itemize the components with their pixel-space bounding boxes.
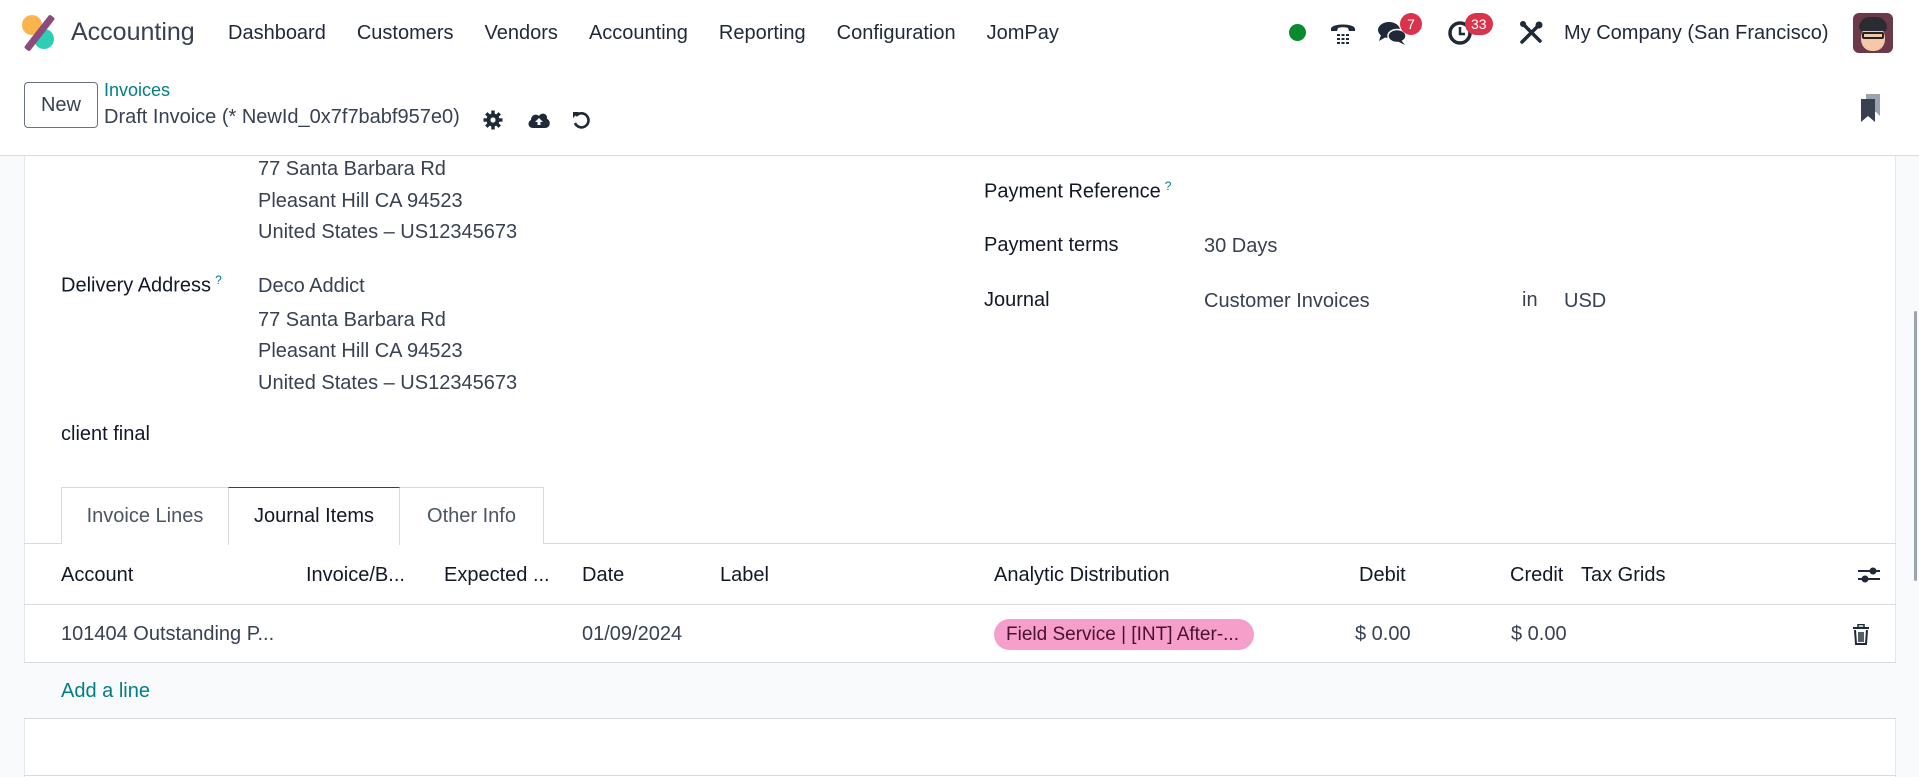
column-header-date[interactable]: Date <box>582 564 624 587</box>
tools-icon[interactable] <box>1515 18 1547 48</box>
payment-reference-label: Payment Reference? <box>984 179 1172 203</box>
main-menu: Dashboard Customers Vendors Accounting R… <box>228 22 1090 45</box>
phone-icon[interactable] <box>1327 18 1359 48</box>
column-header-tax-grids[interactable]: Tax Grids <box>1581 564 1665 587</box>
menu-jompay[interactable]: JomPay <box>987 22 1059 45</box>
delivery-partner-name[interactable]: Deco Addict <box>258 275 365 298</box>
row-divider <box>24 775 1896 776</box>
scrollbar[interactable] <box>1903 156 1919 777</box>
optional-columns-icon[interactable] <box>1856 564 1882 588</box>
journal-label: Journal <box>984 289 1050 311</box>
column-header-credit[interactable]: Credit <box>1510 564 1563 587</box>
user-avatar[interactable] <box>1853 13 1893 53</box>
column-header-expected-date[interactable]: Expected ... <box>444 564 550 587</box>
delivery-address-line: United States – US12345673 <box>258 372 518 394</box>
column-header-analytic-distribution[interactable]: Analytic Distribution <box>994 564 1170 587</box>
new-button[interactable]: New <box>24 82 98 128</box>
activities-badge: 33 <box>1465 13 1493 35</box>
help-tooltip-icon[interactable]: ? <box>1165 179 1172 193</box>
cell-debit[interactable]: $ 0.00 <box>1355 623 1411 646</box>
presence-status-icon[interactable] <box>1289 24 1306 41</box>
messages-badge: 7 <box>1400 13 1422 35</box>
journal-in-label: in <box>1522 289 1538 311</box>
control-panel: New Invoices Draft Invoice (* NewId_0x7f… <box>0 68 1919 156</box>
add-line-link[interactable]: Add a line <box>61 680 150 703</box>
top-navbar: Accounting Dashboard Customers Vendors A… <box>0 0 1919 68</box>
journal-field[interactable]: Customer Invoices <box>1204 290 1370 313</box>
trash-icon[interactable] <box>1851 623 1873 648</box>
bookmark-icon[interactable] <box>1856 92 1884 124</box>
company-switcher[interactable]: My Company (San Francisco) <box>1564 22 1829 45</box>
invoice-address-line: United States – US12345673 <box>258 221 518 243</box>
payment-terms-label: Payment terms <box>984 234 1119 256</box>
tab-journal-items[interactable]: Journal Items <box>228 487 400 545</box>
invoice-address-line: Pleasant Hill CA 94523 <box>258 190 463 212</box>
app-logo-icon[interactable] <box>22 14 56 52</box>
row-divider <box>24 718 1896 719</box>
payment-terms-field[interactable]: 30 Days <box>1204 235 1277 258</box>
menu-configuration[interactable]: Configuration <box>837 22 956 45</box>
tab-invoice-lines[interactable]: Invoice Lines <box>61 487 229 544</box>
payment-reference-input[interactable] <box>1204 179 1804 205</box>
gear-icon[interactable] <box>481 108 505 132</box>
add-line-row <box>24 663 1896 718</box>
column-header-account[interactable]: Account <box>61 564 133 587</box>
delivery-address-label: Delivery Address? <box>61 273 222 297</box>
header-divider <box>24 604 1896 605</box>
analytic-distribution-tag[interactable]: Field Service | [INT] After-... <box>994 619 1254 650</box>
cloud-upload-icon[interactable] <box>527 108 551 132</box>
menu-reporting[interactable]: Reporting <box>719 22 806 45</box>
menu-customers[interactable]: Customers <box>357 22 454 45</box>
breadcrumb-invoices[interactable]: Invoices <box>104 80 170 101</box>
currency-field[interactable]: USD <box>1564 290 1606 313</box>
delivery-address-line: Pleasant Hill CA 94523 <box>258 340 463 362</box>
tab-other-info[interactable]: Other Info <box>399 487 544 544</box>
invoice-address-line: 77 Santa Barbara Rd <box>258 158 446 180</box>
record-title: Draft Invoice (* NewId_0x7f7babf957e0) <box>104 106 460 128</box>
menu-accounting[interactable]: Accounting <box>589 22 688 45</box>
cell-account[interactable]: 101404 Outstanding P... <box>61 623 274 646</box>
undo-icon[interactable] <box>569 108 593 132</box>
app-name[interactable]: Accounting <box>71 18 195 47</box>
help-tooltip-icon[interactable]: ? <box>215 273 222 287</box>
client-note[interactable]: client final <box>61 423 150 446</box>
cell-date[interactable]: 01/09/2024 <box>582 623 682 646</box>
column-header-invoice-bill[interactable]: Invoice/B... <box>306 564 405 587</box>
delivery-address-line: 77 Santa Barbara Rd <box>258 309 446 331</box>
column-header-label[interactable]: Label <box>720 564 769 587</box>
menu-dashboard[interactable]: Dashboard <box>228 22 326 45</box>
cell-credit[interactable]: $ 0.00 <box>1511 623 1567 646</box>
menu-vendors[interactable]: Vendors <box>485 22 558 45</box>
column-header-debit[interactable]: Debit <box>1359 564 1406 587</box>
